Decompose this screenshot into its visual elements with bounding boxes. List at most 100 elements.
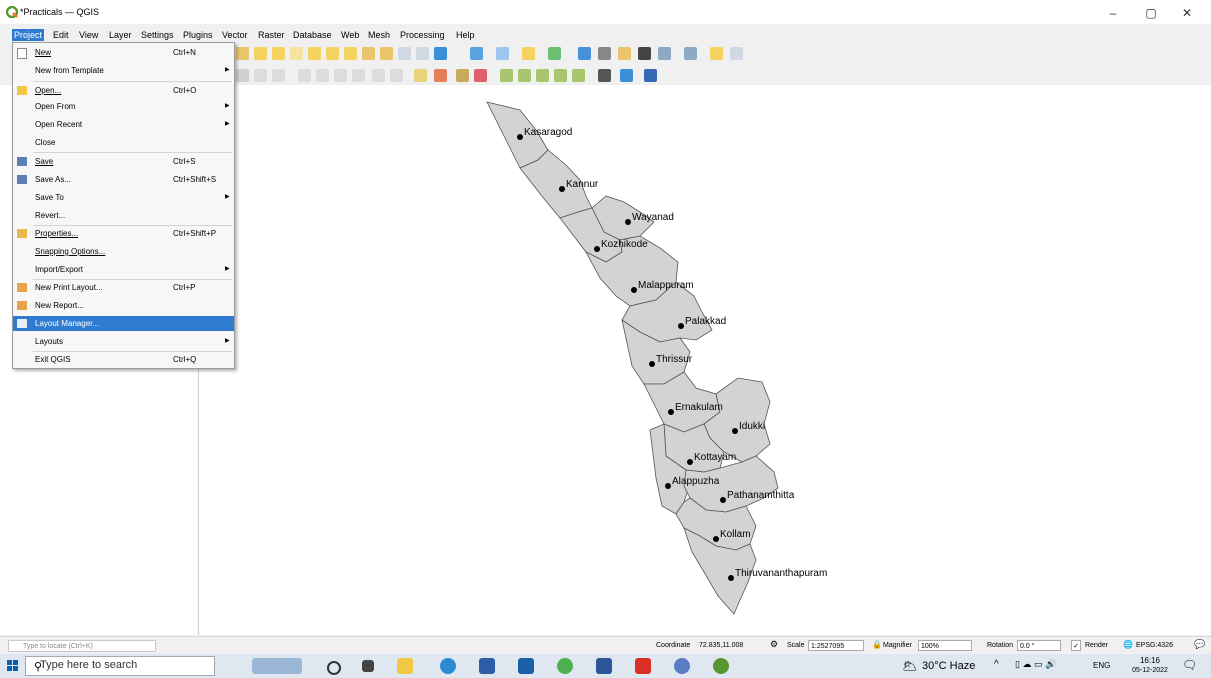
zoom-next-icon[interactable] bbox=[380, 47, 393, 60]
calculator-icon[interactable] bbox=[479, 658, 495, 674]
zoom-in-icon[interactable] bbox=[254, 47, 267, 60]
statistics-icon[interactable] bbox=[598, 47, 611, 60]
menu-project[interactable]: Project bbox=[12, 29, 45, 41]
weather-text[interactable]: 30°C Haze bbox=[922, 660, 975, 672]
cut-icon[interactable] bbox=[316, 69, 329, 82]
menu-item-open-from[interactable]: Open From ▶ bbox=[13, 99, 234, 114]
menu-processing[interactable]: Processing bbox=[398, 29, 447, 41]
zoom-selection-icon[interactable] bbox=[326, 47, 339, 60]
clock-time[interactable]: 16:16 bbox=[1130, 656, 1170, 665]
undo-icon[interactable] bbox=[372, 69, 385, 82]
r-icon[interactable] bbox=[674, 658, 690, 674]
windows-start-icon[interactable] bbox=[7, 660, 19, 672]
sum-icon[interactable] bbox=[638, 47, 651, 60]
zoom-last-icon[interactable] bbox=[362, 47, 375, 60]
menu-item-new-print-layout[interactable]: New Print Layout... Ctrl+P bbox=[13, 280, 234, 295]
menu-mesh[interactable]: Mesh bbox=[366, 29, 392, 41]
coordinate-field[interactable]: 72.835,11.008 bbox=[697, 640, 765, 651]
menu-item-new[interactable]: New Ctrl+N bbox=[13, 45, 234, 60]
tray-chevron-icon[interactable]: ^ bbox=[994, 659, 999, 670]
holiday-banner-icon[interactable] bbox=[252, 658, 302, 674]
menu-vector[interactable]: Vector bbox=[220, 29, 250, 41]
menu-item-new-from-template[interactable]: New from Template ▶ bbox=[13, 63, 234, 78]
annotation-icon[interactable] bbox=[658, 47, 671, 60]
temporal-icon[interactable] bbox=[416, 47, 429, 60]
menu-item-snapping-options[interactable]: Snapping Options... bbox=[13, 244, 234, 259]
menu-item-open[interactable]: Open... Ctrl+O bbox=[13, 83, 234, 98]
paste-icon[interactable] bbox=[352, 69, 365, 82]
zoom-full-icon[interactable] bbox=[308, 47, 321, 60]
move-label-icon[interactable] bbox=[500, 69, 513, 82]
edit-icon[interactable] bbox=[236, 69, 249, 82]
menu-item-save-as[interactable]: Save As... Ctrl+Shift+S bbox=[13, 172, 234, 187]
task-view-icon[interactable] bbox=[362, 660, 374, 672]
minimize-button[interactable]: – bbox=[1098, 4, 1128, 22]
highlight-label-icon[interactable] bbox=[474, 69, 487, 82]
qgis-taskbar-icon[interactable] bbox=[713, 658, 729, 674]
close-button[interactable]: ✕ bbox=[1172, 4, 1202, 22]
map-tips-icon[interactable] bbox=[618, 47, 631, 60]
acrobat-icon[interactable] bbox=[635, 658, 651, 674]
menu-web[interactable]: Web bbox=[339, 29, 361, 41]
identify-icon[interactable] bbox=[470, 47, 483, 60]
redo-icon[interactable] bbox=[390, 69, 403, 82]
menu-item-layout-manager[interactable]: Layout Manager... bbox=[13, 316, 234, 331]
menu-item-import-export[interactable]: Import/Export ▶ bbox=[13, 262, 234, 277]
menu-item-layouts[interactable]: Layouts ▶ bbox=[13, 334, 234, 349]
pan-icon[interactable] bbox=[236, 47, 249, 60]
processing-icon[interactable] bbox=[620, 69, 633, 82]
add-feature-icon[interactable] bbox=[254, 69, 267, 82]
menu-layer[interactable]: Layer bbox=[107, 29, 134, 41]
copy-icon[interactable] bbox=[334, 69, 347, 82]
field-calculator-icon[interactable] bbox=[548, 47, 561, 60]
help-icon[interactable] bbox=[644, 69, 657, 82]
menu-item-properties[interactable]: Properties... Ctrl+Shift+P bbox=[13, 226, 234, 241]
magnifier-field[interactable]: 100% bbox=[918, 640, 972, 651]
map-canvas[interactable]: Kasaragod Kannur Wayanad Kozhikode Malap… bbox=[199, 85, 1211, 635]
menu-item-save[interactable]: Save Ctrl+S bbox=[13, 154, 234, 169]
menu-view[interactable]: View bbox=[77, 29, 100, 41]
search-zoom-icon[interactable] bbox=[730, 47, 743, 60]
mail-icon[interactable] bbox=[518, 658, 534, 674]
map-tip-icon[interactable] bbox=[710, 47, 723, 60]
menu-raster[interactable]: Raster bbox=[256, 29, 287, 41]
menu-help[interactable]: Help bbox=[454, 29, 477, 41]
menu-item-revert[interactable]: Revert... bbox=[13, 208, 234, 223]
menu-plugins[interactable]: Plugins bbox=[181, 29, 215, 41]
language-indicator[interactable]: ENG bbox=[1093, 661, 1110, 670]
menu-item-close[interactable]: Close bbox=[13, 135, 234, 150]
file-explorer-icon[interactable] bbox=[397, 658, 413, 674]
clock-date[interactable]: 05-12-2022 bbox=[1125, 667, 1175, 674]
label-toolbar-icon[interactable] bbox=[434, 69, 447, 82]
chrome-icon[interactable] bbox=[557, 658, 573, 674]
zoom-native-icon[interactable] bbox=[290, 47, 303, 60]
delete-icon[interactable] bbox=[298, 69, 311, 82]
maximize-button[interactable]: ▢ bbox=[1136, 4, 1166, 22]
edge-icon[interactable] bbox=[440, 658, 456, 674]
messages-icon[interactable]: 💬 bbox=[1194, 639, 1205, 649]
select-icon[interactable] bbox=[496, 47, 509, 60]
lock-scale-icon[interactable]: 🔒 bbox=[872, 640, 882, 650]
rotate-label-icon[interactable] bbox=[518, 69, 531, 82]
diagram-icon[interactable] bbox=[572, 69, 585, 82]
vertex-tool-icon[interactable] bbox=[272, 69, 285, 82]
render-checkbox[interactable]: ✓ bbox=[1071, 640, 1081, 651]
crs-button[interactable]: EPSG:4326 bbox=[1136, 641, 1173, 651]
menu-edit[interactable]: Edit bbox=[51, 29, 71, 41]
word-icon[interactable] bbox=[596, 658, 612, 674]
menu-item-open-recent[interactable]: Open Recent ▶ bbox=[13, 117, 234, 132]
measure-icon[interactable] bbox=[578, 47, 591, 60]
pin-label-icon[interactable] bbox=[456, 69, 469, 82]
menu-database[interactable]: Database bbox=[291, 29, 334, 41]
attribute-table-icon[interactable] bbox=[522, 47, 535, 60]
toggle-extents-icon[interactable]: ⚙ bbox=[770, 639, 778, 649]
locate-input[interactable]: Type to locate (Ctrl+K) bbox=[8, 640, 156, 652]
zoom-layer-icon[interactable] bbox=[344, 47, 357, 60]
menu-settings[interactable]: Settings bbox=[139, 29, 176, 41]
change-label-icon[interactable] bbox=[536, 69, 549, 82]
menu-item-save-to[interactable]: Save To ▶ bbox=[13, 190, 234, 205]
menu-item-exit[interactable]: Exit QGIS Ctrl+Q bbox=[13, 352, 234, 367]
zoom-out-icon[interactable] bbox=[272, 47, 285, 60]
tray-icons[interactable]: ▯ ☁ ▭ 🔊 bbox=[1015, 659, 1056, 670]
scale-field[interactable]: 1:2527095 bbox=[808, 640, 864, 651]
